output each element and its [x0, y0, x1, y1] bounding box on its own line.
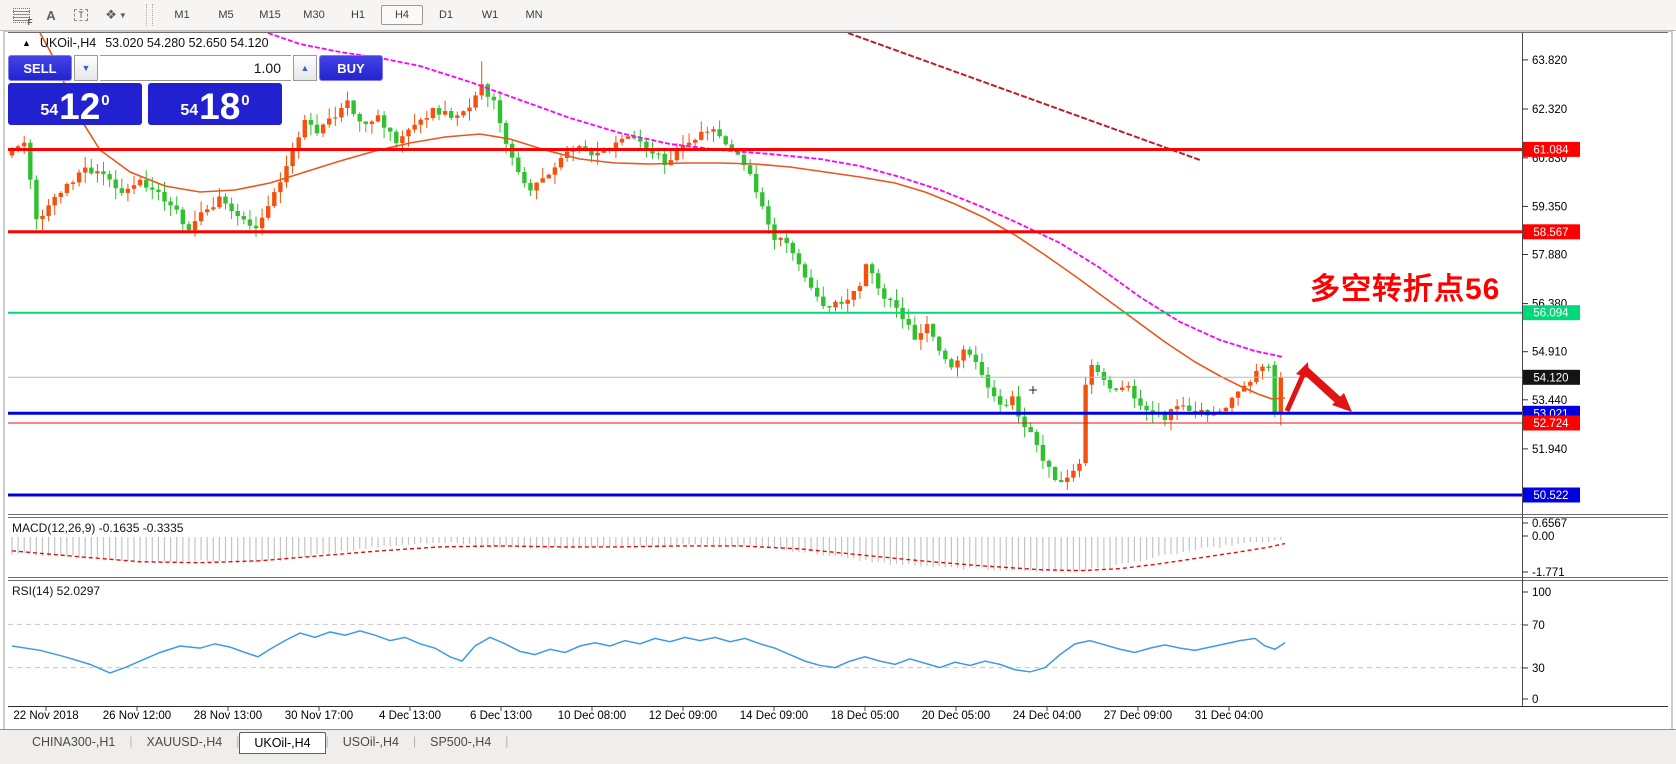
chevron-down-icon: ▼: [118, 10, 127, 20]
sell-price-pips: 12: [59, 85, 101, 127]
collapse-icon[interactable]: ▲: [22, 38, 31, 48]
svg-text:12 Dec 09:00: 12 Dec 09:00: [649, 710, 717, 722]
svg-text:0.00: 0.00: [1532, 531, 1554, 543]
timeframe-button-h1[interactable]: H1: [337, 5, 379, 25]
shapes-glyph: ❖: [105, 7, 117, 22]
text-label-tool-icon[interactable]: T: [66, 3, 96, 27]
volume-input[interactable]: [100, 55, 291, 81]
svg-text:62.320: 62.320: [1532, 104, 1567, 116]
top-toolbar: F A T ❖ ▼ M1 M5 M15 M30 H1 H4 D1 W1 MN: [0, 0, 1676, 31]
svg-text:-1.771: -1.771: [1532, 567, 1565, 579]
svg-text:63.820: 63.820: [1532, 55, 1567, 67]
buy-price-whole: 54: [180, 102, 199, 119]
tab-separator: |: [505, 734, 509, 748]
sell-price-whole: 54: [40, 102, 59, 119]
timeframe-button-d1[interactable]: D1: [425, 5, 467, 25]
svg-text:6 Dec 13:00: 6 Dec 13:00: [470, 710, 532, 722]
svg-text:20 Dec 05:00: 20 Dec 05:00: [922, 710, 990, 722]
shapes-tool-icon[interactable]: ❖ ▼: [96, 3, 136, 27]
volume-increase-button[interactable]: ▲: [293, 55, 317, 81]
timeframe-button-w1[interactable]: W1: [469, 5, 511, 25]
svg-text:56.094: 56.094: [1533, 308, 1569, 320]
svg-text:27 Dec 09:00: 27 Dec 09:00: [1104, 710, 1172, 722]
text-tool-icon[interactable]: A: [36, 3, 66, 27]
svg-text:0: 0: [1532, 694, 1538, 706]
svg-text:22 Nov 2018: 22 Nov 2018: [13, 710, 78, 722]
macd-indicator-label: MACD(12,26,9) -0.1635 -0.3335: [12, 521, 184, 535]
rsi-indicator-label: RSI(14) 52.0297: [12, 584, 101, 598]
text-box-glyph: T: [74, 9, 88, 21]
svg-text:30: 30: [1532, 663, 1545, 675]
one-click-trade-panel: SELL ▼ ▲ BUY 54 12 0 54 18 0: [8, 55, 383, 125]
svg-text:26 Nov 12:00: 26 Nov 12:00: [103, 710, 171, 722]
sell-price-display[interactable]: 54 12 0: [8, 83, 142, 125]
svg-text:50.522: 50.522: [1533, 490, 1568, 502]
buy-button[interactable]: BUY: [319, 55, 383, 81]
chart-window-frame: [3, 30, 1673, 763]
fibonacci-grid-glyph: F: [12, 7, 33, 27]
svg-text:57.880: 57.880: [1532, 250, 1567, 262]
svg-text:70: 70: [1532, 620, 1545, 632]
svg-text:0.6567: 0.6567: [1532, 518, 1567, 530]
chart-tab-sp500h4[interactable]: SP500-,H4: [416, 732, 505, 752]
svg-text:10 Dec 08:00: 10 Dec 08:00: [558, 710, 626, 722]
sell-button[interactable]: SELL: [8, 55, 72, 81]
timeframe-toolbar: M1 M5 M15 M30 H1 H4 D1 W1 MN: [161, 5, 555, 25]
timeframe-button-mn[interactable]: MN: [513, 5, 555, 25]
toolbar-separator: [146, 4, 153, 26]
svg-text:54.120: 54.120: [1533, 372, 1568, 384]
svg-text:51.940: 51.940: [1532, 444, 1567, 456]
timeframe-button-m1[interactable]: M1: [161, 5, 203, 25]
svg-text:52.724: 52.724: [1533, 418, 1569, 430]
svg-text:61.084: 61.084: [1533, 144, 1569, 156]
chart-tab-ukoilh4[interactable]: UKOil-,H4: [239, 732, 326, 754]
symbol-title: UKOil-,H4: [39, 36, 97, 50]
svg-text:18 Dec 05:00: 18 Dec 05:00: [831, 710, 899, 722]
volume-decrease-button[interactable]: ▼: [74, 55, 98, 81]
chart-tab-xauusdh4[interactable]: XAUUSD-,H4: [133, 732, 237, 752]
svg-text:30 Nov 17:00: 30 Nov 17:00: [285, 710, 353, 722]
fibonacci-tool-icon[interactable]: F: [6, 3, 36, 27]
chart-text-annotation: 多空转折点56: [1310, 273, 1501, 306]
buy-price-pips: 18: [199, 85, 241, 127]
timeframe-button-m15[interactable]: M15: [249, 5, 291, 25]
svg-text:28 Nov 13:00: 28 Nov 13:00: [194, 710, 262, 722]
timeframe-button-m30[interactable]: M30: [293, 5, 335, 25]
svg-text:53.440: 53.440: [1532, 395, 1567, 407]
chart-tab-usoilh4[interactable]: USOil-,H4: [329, 732, 413, 752]
chart-tab-bar: CHINA300-,H1 | XAUUSD-,H4 | UKOil-,H4 | USOil-…: [0, 729, 1676, 764]
timeframe-button-m5[interactable]: M5: [205, 5, 247, 25]
buy-price-display[interactable]: 54 18 0: [148, 83, 282, 125]
svg-text:24 Dec 04:00: 24 Dec 04:00: [1013, 710, 1081, 722]
chart-tab-china300h1[interactable]: CHINA300-,H1: [18, 732, 129, 752]
svg-text:59.350: 59.350: [1532, 201, 1567, 213]
symbol-ohlc-header: ▲ UKOil-,H4 53.020 54.280 52.650 54.120: [22, 36, 269, 50]
svg-text:14 Dec 09:00: 14 Dec 09:00: [740, 710, 808, 722]
drawing-tools-group: F A T ❖ ▼: [0, 0, 142, 30]
svg-text:100: 100: [1532, 587, 1551, 599]
svg-text:31 Dec 04:00: 31 Dec 04:00: [1195, 710, 1263, 722]
sell-price-point: 0: [101, 92, 110, 109]
svg-text:54.910: 54.910: [1532, 347, 1567, 359]
timeframe-button-h4[interactable]: H4: [381, 5, 423, 25]
svg-text:58.567: 58.567: [1533, 227, 1568, 239]
buy-price-point: 0: [241, 92, 250, 109]
svg-text:4 Dec 13:00: 4 Dec 13:00: [379, 710, 441, 722]
symbol-ohlc-values: 53.020 54.280 52.650 54.120: [105, 36, 269, 50]
